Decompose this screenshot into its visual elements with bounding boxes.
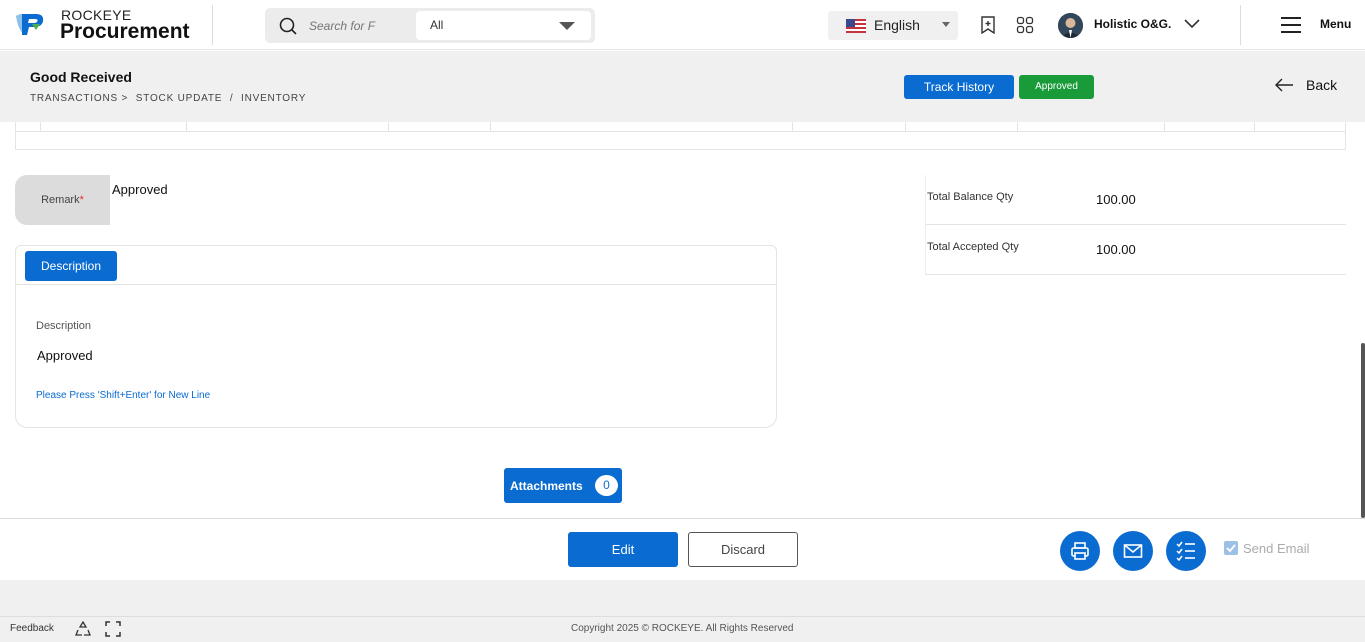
search-scope-value: All <box>430 18 444 32</box>
page-header: Good Received TRANSACTIONS > STOCK UPDAT… <box>0 51 1365 122</box>
send-email-label[interactable]: Send Email <box>1243 541 1309 556</box>
user-name[interactable]: Holistic O&G. <box>1094 17 1171 31</box>
search-input[interactable] <box>309 16 379 35</box>
rockeye-logo-icon[interactable] <box>14 10 46 38</box>
brand-name-product: Procurement <box>60 20 190 43</box>
table-column-divider <box>905 122 906 132</box>
language-selector[interactable]: English <box>828 11 958 40</box>
copyright-text: Copyright 2025 © ROCKEYE. All Rights Res… <box>571 623 794 634</box>
attachments-count-badge: 0 <box>595 475 618 496</box>
table-column-divider <box>1254 122 1255 132</box>
email-button[interactable] <box>1113 531 1153 571</box>
search-scope-select[interactable]: All <box>416 11 591 40</box>
remark-value[interactable]: Approved <box>112 182 168 197</box>
us-flag-icon <box>846 19 866 33</box>
back-button[interactable]: Back <box>1306 77 1337 93</box>
description-field[interactable]: Approved <box>37 348 93 363</box>
chevron-down-icon <box>559 22 575 30</box>
fullscreen-icon[interactable] <box>105 621 121 637</box>
total-accepted-qty-value: 100.00 <box>1096 242 1136 257</box>
search-icon[interactable] <box>279 17 297 35</box>
remark-label: Remark* <box>15 175 110 225</box>
remark-label-text: Remark <box>41 194 80 206</box>
printer-icon <box>1071 542 1089 560</box>
checkmark-icon <box>1226 544 1236 553</box>
language-label: English <box>874 17 920 33</box>
divider <box>1240 5 1241 45</box>
arrow-left-icon[interactable] <box>1274 78 1294 92</box>
new-line-hint: Please Press 'Shift+Enter' for New Line <box>36 390 211 401</box>
spacer-band <box>0 580 1365 616</box>
total-balance-qty-label: Total Balance Qty <box>927 191 1014 203</box>
checklist-icon <box>1176 541 1195 561</box>
breadcrumb-inventory[interactable]: INVENTORY <box>241 93 306 104</box>
table-column-divider <box>490 122 491 132</box>
discard-button[interactable]: Discard <box>688 532 798 567</box>
hamburger-menu-icon[interactable] <box>1281 17 1301 33</box>
total-accepted-qty-label: Total Accepted Qty <box>927 241 1019 253</box>
table-column-divider <box>40 122 41 132</box>
total-accepted-qty-row: Total Accepted Qty 100.00 <box>925 225 1346 275</box>
checklist-button[interactable] <box>1166 531 1206 571</box>
table-column-divider <box>1164 122 1165 132</box>
feedback-link[interactable]: Feedback <box>10 623 54 634</box>
total-balance-qty-value: 100.00 <box>1096 192 1136 207</box>
print-button[interactable] <box>1060 531 1100 571</box>
breadcrumb: TRANSACTIONS > STOCK UPDATE / INVENTORY <box>30 93 310 104</box>
caret-down-icon <box>942 22 950 27</box>
table-row <box>16 122 1345 132</box>
table-column-divider <box>186 122 187 132</box>
menu-button-label[interactable]: Menu <box>1320 17 1351 31</box>
edit-button[interactable]: Edit <box>568 532 678 567</box>
breadcrumb-separator: / <box>229 93 234 104</box>
breadcrumb-transactions[interactable]: TRANSACTIONS > <box>30 93 128 104</box>
avatar[interactable] <box>1058 13 1083 38</box>
description-panel: Description Approved Please Press 'Shift… <box>15 284 777 428</box>
user-avatar-icon <box>1058 13 1083 38</box>
mail-icon <box>1123 544 1143 558</box>
description-field-label: Description <box>36 320 92 332</box>
track-history-button[interactable]: Track History <box>904 75 1014 99</box>
send-email-checkbox[interactable] <box>1224 541 1238 555</box>
total-balance-qty-row: Total Balance Qty 100.00 <box>925 175 1346 225</box>
table-column-divider <box>792 122 793 132</box>
top-bar: ROCKEYE Procurement All English <box>0 0 1365 50</box>
action-bar: Edit Discard Send Email <box>0 518 1365 580</box>
divider <box>212 5 213 45</box>
table-column-divider <box>388 122 389 132</box>
search-bar: All <box>265 8 595 43</box>
recycle-icon[interactable] <box>75 621 91 637</box>
status-badge: Approved <box>1019 75 1094 99</box>
bookmark-add-icon[interactable] <box>979 16 997 34</box>
chevron-down-icon[interactable] <box>1184 19 1200 29</box>
description-tab-strip <box>15 245 777 285</box>
required-marker: * <box>79 194 84 206</box>
totals-panel: Total Balance Qty 100.00 Total Accepted … <box>925 175 1346 275</box>
breadcrumb-stock-update[interactable]: STOCK UPDATE <box>136 93 222 104</box>
table-column-divider <box>1017 122 1018 132</box>
page-title: Good Received <box>30 69 132 85</box>
tab-description[interactable]: Description <box>25 251 117 281</box>
footer: Feedback Copyright 2025 © ROCKEYE. All R… <box>0 616 1365 642</box>
scrollbar[interactable] <box>1361 343 1365 518</box>
items-table <box>15 122 1346 150</box>
apps-grid-icon[interactable] <box>1016 16 1034 34</box>
